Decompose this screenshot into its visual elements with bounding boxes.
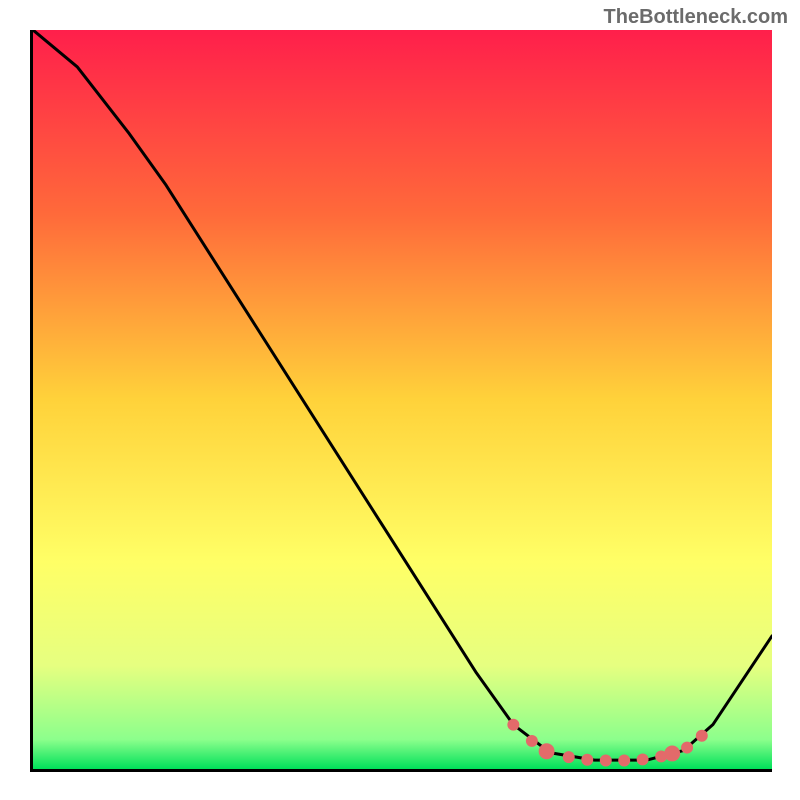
marker-dot [681, 742, 693, 754]
chart-container: TheBottleneck.com [0, 0, 800, 800]
watermark-text: TheBottleneck.com [604, 6, 788, 29]
marker-dot [539, 743, 555, 759]
marker-dot [526, 735, 538, 747]
marker-dot [600, 755, 612, 767]
marker-dot [581, 754, 593, 766]
marker-dot [563, 751, 575, 763]
marker-dot [696, 730, 708, 742]
marker-dot [637, 753, 649, 765]
bottleneck-curve [33, 30, 772, 760]
curve-layer [33, 30, 772, 769]
marker-dot [664, 745, 680, 761]
marker-dot [507, 719, 519, 731]
marker-group [507, 719, 707, 767]
plot-area [30, 30, 772, 772]
marker-dot [618, 755, 630, 767]
